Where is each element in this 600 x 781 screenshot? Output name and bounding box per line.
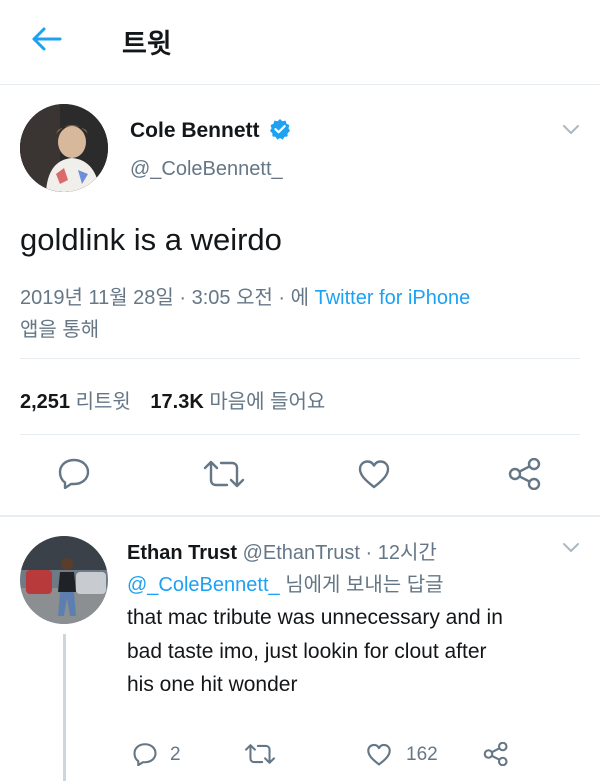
like-heart-icon[interactable]: [357, 459, 391, 489]
replying-to: @_ColeBennett_ 님에게 보내는 답글: [127, 568, 444, 597]
reply-icon[interactable]: [57, 457, 91, 489]
header-divider: [0, 84, 600, 85]
author-handle[interactable]: @_ColeBennett_: [130, 158, 283, 181]
reply-like-count: 162: [406, 744, 438, 765]
retweet-icon[interactable]: [203, 459, 245, 489]
reply-author-handle[interactable]: @EthanTrust: [243, 542, 360, 564]
author-name-text[interactable]: Cole Bennett: [130, 119, 260, 142]
retweets-label: 리트윗: [75, 391, 131, 413]
reply-like-heart-icon[interactable]: [366, 743, 392, 766]
reply-thread-line: [63, 634, 66, 781]
reply-reply-count: 2: [170, 744, 181, 765]
reply-chevron-down-icon[interactable]: [562, 542, 580, 554]
retweets-stat[interactable]: 2,251 리트윗: [20, 391, 136, 413]
reply-reply-icon[interactable]: [132, 742, 158, 766]
reply-share-icon[interactable]: [483, 742, 509, 766]
chevron-down-icon[interactable]: [562, 124, 580, 136]
replying-to-suffix: 님에게 보내는 답글: [285, 574, 444, 596]
reply-header: Ethan Trust @EthanTrust · 12시간: [127, 536, 437, 565]
tweet-stats: 2,251 리트윗 17.3K 마음에 들어요: [20, 385, 325, 414]
author-name[interactable]: Cole Bennett: [130, 118, 291, 143]
likes-label: 마음에 들어요: [209, 391, 326, 413]
reply-text-line-1: that mac tribute was unnecessary and in: [127, 606, 503, 629]
author-avatar[interactable]: [20, 104, 108, 192]
stats-top-divider: [20, 358, 580, 359]
retweets-count: 2,251: [20, 391, 71, 413]
tweet-text: goldlink is a weirdo: [20, 222, 282, 257]
page-title: 트윗: [122, 29, 172, 59]
likes-count: 17.3K: [150, 391, 204, 413]
tweet-source-link[interactable]: Twitter for iPhone: [315, 287, 471, 309]
stats-bottom-divider: [20, 434, 580, 435]
reply-retweet-icon[interactable]: [244, 743, 276, 765]
reply-text-line-2: bad taste imo, just lookin for clout aft…: [127, 640, 487, 663]
thread-divider: [0, 515, 600, 517]
share-icon[interactable]: [508, 458, 542, 490]
tweet-timestamp: 2019년 11월 28일 · 3:05 오전 · 에 Twitter for …: [20, 281, 470, 310]
tweet-date: 2019년 11월 28일 · 3:05 오전 · 에: [20, 287, 310, 309]
tweet-source-suffix: 앱을 통해: [20, 319, 100, 341]
reply-author-name[interactable]: Ethan Trust: [127, 542, 237, 564]
reply-text-line-3: his one hit wonder: [127, 673, 298, 696]
likes-stat[interactable]: 17.3K 마음에 들어요: [150, 391, 325, 413]
replying-to-handle[interactable]: @_ColeBennett_: [127, 574, 280, 596]
reply-time: · 12시간: [365, 542, 437, 564]
reply-author-avatar[interactable]: [20, 536, 108, 624]
verified-badge-icon: [269, 118, 291, 140]
back-arrow-icon[interactable]: [30, 26, 62, 52]
